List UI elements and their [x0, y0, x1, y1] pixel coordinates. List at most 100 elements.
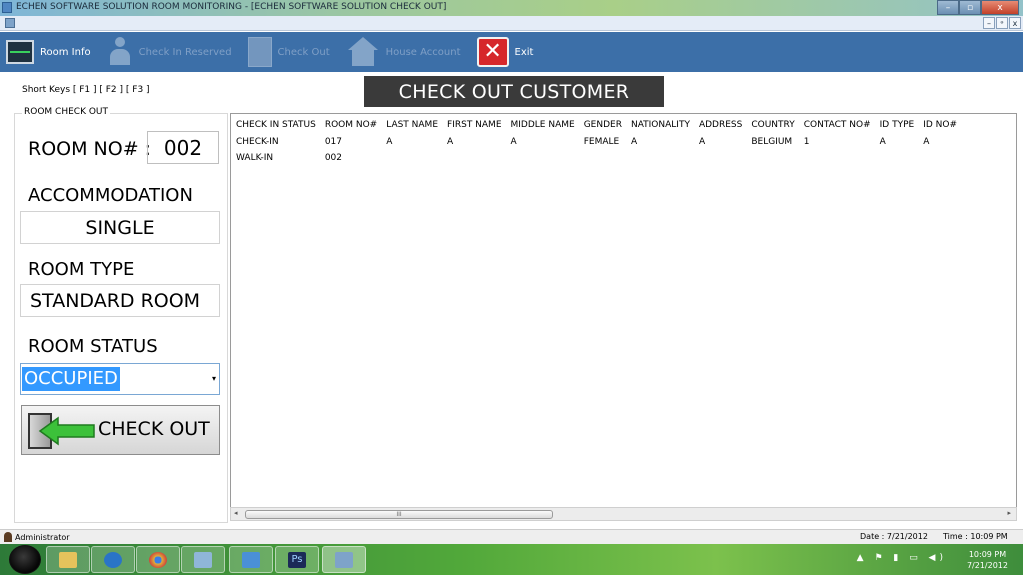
accommodation-label: ACCOMMODATION [28, 185, 193, 206]
app-icon [2, 2, 12, 13]
mdi-minimize-button[interactable]: – [983, 17, 995, 29]
table-cell [381, 150, 442, 166]
window-title: ECHEN SOFTWARE SOLUTION ROOM MONITORING … [16, 2, 447, 12]
table-cell: WALK-IN [236, 153, 274, 163]
table-cell: FEMALE [583, 137, 620, 147]
column-header[interactable]: FIRST NAME [442, 114, 506, 134]
house-account-label: House Account [385, 46, 461, 58]
start-button[interactable] [9, 545, 41, 574]
grid-header-row: CHECK IN STATUS ROOM NO# LAST NAME FIRST… [231, 114, 961, 134]
table-cell: A [923, 137, 930, 147]
column-header[interactable]: CHECK IN STATUS [231, 114, 320, 134]
taskbar-photoshop[interactable]: Ps [275, 546, 319, 573]
room-no-field[interactable]: 002 [147, 131, 219, 164]
user-icon [4, 532, 12, 542]
house-icon [346, 37, 380, 67]
exit-button[interactable]: ✕ Exit [471, 32, 540, 72]
column-header[interactable]: CONTACT NO# [799, 114, 875, 134]
room-status-value: OCCUPIED [22, 367, 120, 391]
room-checkout-group [14, 113, 228, 523]
taskbar-app-bubbles[interactable] [181, 546, 225, 573]
horizontal-scrollbar[interactable]: ◂ III ▸ [230, 507, 1017, 521]
scroll-left-icon[interactable]: ◂ [234, 509, 238, 517]
status-bar: Administrator Date : 7/21/2012 Time : 10… [0, 529, 1023, 544]
maximize-button[interactable]: ▫ [959, 0, 981, 15]
taskbar-explorer[interactable] [46, 546, 90, 573]
room-checkout-group-label: ROOM CHECK OUT [22, 107, 111, 117]
folder-icon [59, 551, 77, 568]
media-player-icon [104, 551, 122, 568]
current-user-label: Administrator [15, 532, 70, 542]
window-title-bar: ECHEN SOFTWARE SOLUTION ROOM MONITORING … [0, 0, 1023, 16]
table-cell: 1 [803, 137, 810, 147]
house-account-button[interactable]: House Account [340, 32, 467, 72]
table-cell: 017 [324, 137, 342, 147]
table-cell: A [510, 137, 517, 147]
column-header[interactable]: LAST NAME [381, 114, 442, 134]
short-keys-hint: Short Keys [ F1 ] [ F2 ] [ F3 ] [22, 85, 150, 95]
room-status-select[interactable]: OCCUPIED ▾ [20, 363, 220, 395]
mdi-child-icon [5, 18, 15, 28]
close-button[interactable]: x [981, 0, 1019, 15]
column-header[interactable]: ROOM NO# [320, 114, 381, 134]
table-cell: BELGIUM [751, 137, 793, 147]
table-cell [506, 150, 579, 166]
room-status-label: ROOM STATUS [28, 336, 158, 357]
taskbar-room-monitoring[interactable] [322, 546, 366, 573]
taskbar-editor[interactable] [229, 546, 273, 573]
photoshop-icon: Ps [288, 551, 306, 568]
column-header[interactable]: ID TYPE [875, 114, 919, 134]
checkin-reserved-label: Check In Reserved [138, 46, 232, 58]
scrollbar-thumb[interactable]: III [245, 510, 553, 519]
column-header[interactable]: ADDRESS [694, 114, 746, 134]
guest-data-grid[interactable]: CHECK IN STATUS ROOM NO# LAST NAME FIRST… [230, 113, 1017, 520]
table-cell [694, 150, 746, 166]
mdi-close-button[interactable]: x [1009, 17, 1021, 29]
mdi-controls: – ᵊ x [982, 17, 1021, 29]
arrow-left-icon [38, 416, 95, 446]
status-time: Time : 10:09 PM [943, 532, 1008, 541]
table-cell: A [386, 137, 393, 147]
table-row[interactable]: WALK-IN 002 [231, 150, 961, 166]
check-out-button-label: CHECK OUT [98, 418, 210, 440]
check-out-button[interactable]: CHECK OUT [21, 405, 220, 455]
status-date: Date : 7/21/2012 [860, 532, 928, 541]
table-cell [918, 150, 961, 166]
table-cell [626, 150, 694, 166]
window-controls: – ▫ x [937, 0, 1019, 15]
room-info-button[interactable]: Room Info [0, 32, 97, 72]
taskbar-chrome[interactable] [136, 546, 180, 573]
checkin-reserved-button[interactable]: Check In Reserved [101, 32, 238, 72]
editor-icon [242, 551, 260, 568]
taskbar-clock[interactable]: 10:09 PM 7/21/2012 [967, 549, 1008, 571]
system-tray[interactable]: ▲ ⚑ ▮ ▭ ◀) [857, 553, 947, 563]
table-cell [799, 150, 875, 166]
column-header[interactable]: NATIONALITY [626, 114, 694, 134]
accommodation-field[interactable]: SINGLE [20, 211, 220, 244]
mdi-restore-button[interactable]: ᵊ [996, 17, 1008, 29]
heart-monitor-icon [6, 40, 34, 64]
table-row[interactable]: CHECK-IN 017 A A A FEMALE A A BELGIUM 1 … [231, 134, 961, 150]
table-cell: A [630, 137, 638, 147]
exit-icon: ✕ [476, 37, 509, 67]
taskbar-media-player[interactable] [91, 546, 135, 573]
minimize-button[interactable]: – [937, 0, 959, 15]
column-header[interactable]: MIDDLE NAME [506, 114, 579, 134]
room-type-field[interactable]: STANDARD ROOM [20, 284, 220, 317]
column-header[interactable]: GENDER [579, 114, 626, 134]
check-out-toolbar-button[interactable]: Check Out [242, 32, 336, 72]
table-cell: A [879, 137, 886, 147]
column-header[interactable]: ID NO# [918, 114, 961, 134]
clock-date: 7/21/2012 [966, 561, 1008, 570]
chrome-icon [149, 551, 167, 568]
table-cell [875, 150, 919, 166]
room-no-label: ROOM NO# : [28, 138, 152, 160]
exit-label: Exit [514, 46, 534, 58]
mdi-child-bar: – ᵊ x [0, 16, 1023, 31]
app-icon [194, 551, 212, 568]
current-user: Administrator [4, 532, 70, 542]
chevron-down-icon: ▾ [211, 374, 216, 383]
scroll-right-icon[interactable]: ▸ [1007, 509, 1011, 517]
clock-time: 10:09 PM [968, 550, 1007, 559]
column-header[interactable]: COUNTRY [746, 114, 798, 134]
